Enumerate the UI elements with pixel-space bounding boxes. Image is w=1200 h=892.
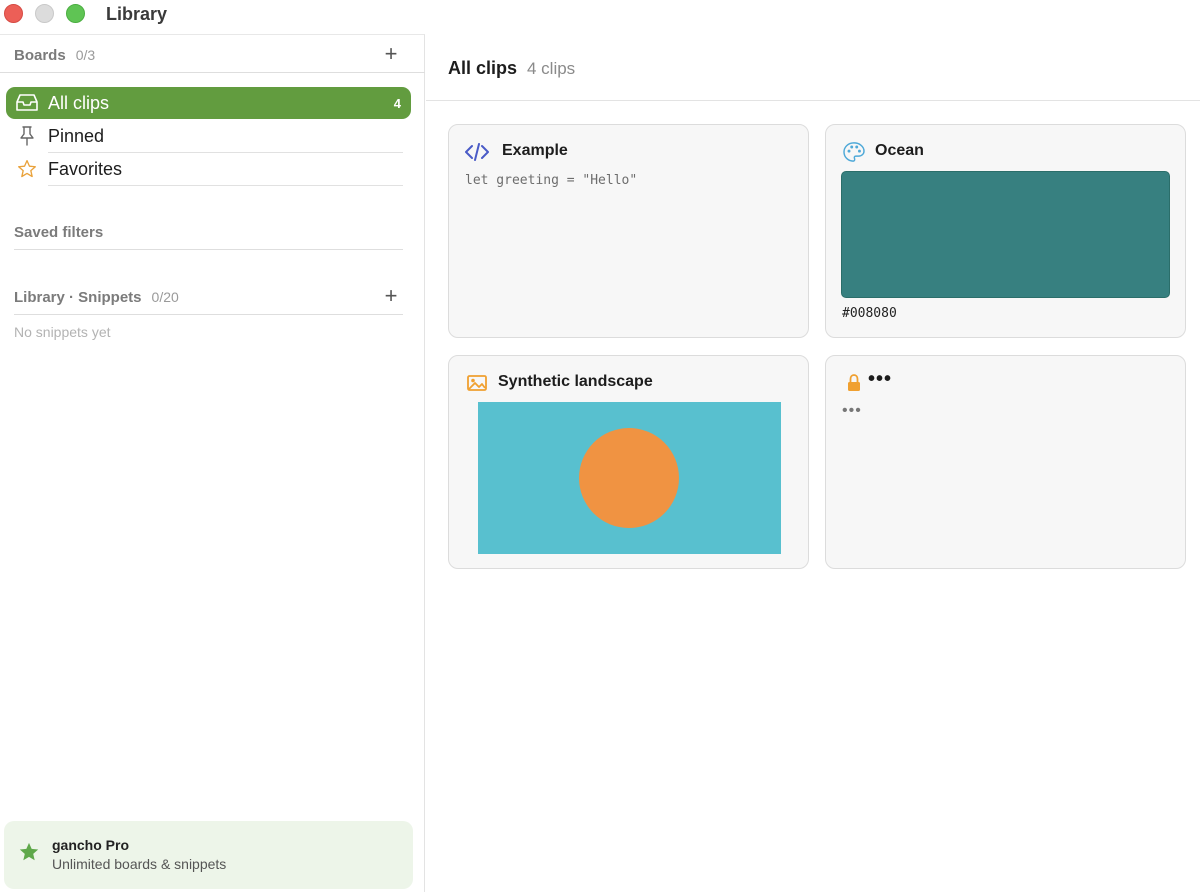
boards-count: 0/3 [75, 47, 96, 63]
clip-card-locked[interactable]: ••• ••• [825, 355, 1186, 569]
main-header: All clips 4 clips [426, 34, 1200, 101]
pro-subtitle: Unlimited boards & snippets [52, 856, 227, 872]
pro-title: gancho Pro [52, 837, 130, 853]
landscape-image [478, 402, 781, 554]
window-title: Library [106, 4, 168, 24]
maximize-window-button[interactable] [66, 4, 85, 23]
sidebar-item-label: Pinned [48, 125, 105, 146]
card-title: ••• [868, 368, 893, 390]
snippets-empty-text: No snippets yet [14, 324, 111, 340]
code-icon [465, 141, 489, 163]
code-preview: let greeting = "Hello" [465, 173, 638, 188]
clip-count: 4 clips [527, 59, 576, 78]
boards-header: Boards 0/3 + [14, 43, 402, 67]
locked-content-preview: ••• [842, 402, 862, 419]
card-title: Synthetic landscape [498, 373, 653, 390]
saved-filters-title: Saved filters [14, 223, 104, 241]
snippets-count: 0/20 [151, 289, 179, 305]
clip-card-ocean[interactable]: Ocean #008080 [825, 124, 1186, 338]
sidebar-item-label: All clips [48, 92, 110, 113]
close-window-button[interactable] [4, 4, 23, 23]
pin-icon [6, 126, 48, 146]
clip-card-synthetic-landscape[interactable]: Synthetic landscape [448, 355, 809, 569]
snippets-header: Library · Snippets 0/20 + [14, 285, 402, 309]
favorites-divider [48, 185, 403, 186]
page-title: All clips [448, 58, 518, 78]
color-hex-value: #008080 [842, 306, 897, 321]
sidebar: Boards 0/3 + All clips 4 Pinned Favorite… [0, 34, 425, 892]
boards-divider [0, 72, 425, 73]
add-snippet-button[interactable]: + [380, 285, 402, 309]
card-title: Ocean [875, 142, 924, 159]
saved-filters-header: Saved filters [14, 220, 402, 244]
add-board-button[interactable]: + [380, 43, 402, 67]
minimize-window-button[interactable] [35, 4, 54, 23]
lock-icon [842, 372, 866, 394]
boards-title: Boards [14, 46, 66, 64]
pro-upgrade-card[interactable]: gancho Pro Unlimited boards & snippets [4, 821, 413, 889]
inbox-icon [6, 94, 48, 112]
all-clips-badge: 4 [393, 95, 401, 111]
sidebar-item-pinned[interactable]: Pinned [6, 120, 411, 152]
main-content: All clips 4 clips Example let greeting =… [426, 34, 1200, 892]
snippets-title: Library · Snippets [14, 288, 142, 306]
color-swatch [841, 171, 1170, 298]
sidebar-item-label: Favorites [48, 158, 123, 179]
saved-filters-divider [14, 249, 403, 250]
star-icon [18, 841, 40, 868]
snippets-divider [14, 314, 403, 315]
sidebar-item-all-clips[interactable]: All clips 4 [6, 87, 411, 119]
palette-icon [842, 141, 866, 163]
card-title: Example [502, 142, 568, 159]
image-icon [465, 372, 489, 394]
clip-card-example[interactable]: Example let greeting = "Hello" [448, 124, 809, 338]
sidebar-item-favorites[interactable]: Favorites [6, 153, 411, 185]
title-bar: Library [0, 0, 1200, 30]
star-outline-icon [6, 159, 48, 179]
